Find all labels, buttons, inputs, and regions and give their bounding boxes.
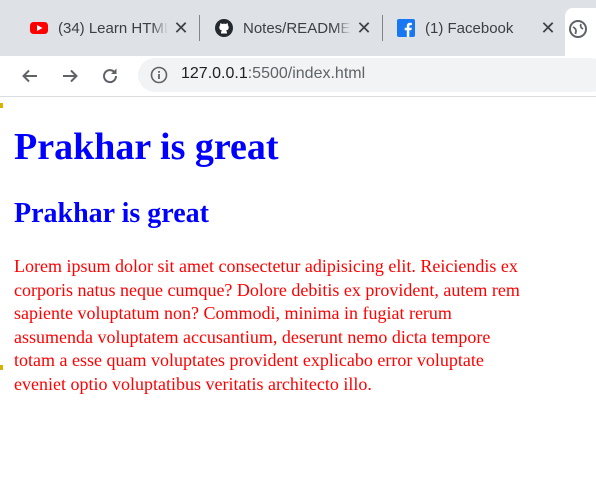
info-icon[interactable]: [150, 66, 168, 84]
tab-strip: (34) Learn HTML ✕ Notes/README ✕ (1) Fac…: [0, 0, 596, 56]
url-text[interactable]: 127.0.0.1:5500/index.html: [181, 65, 365, 83]
page-viewport: Prakhar is great Prakhar is great Lorem …: [0, 97, 596, 502]
close-tab-icon[interactable]: ✕: [539, 19, 557, 37]
close-tab-icon[interactable]: ✕: [172, 19, 190, 37]
tab-facebook[interactable]: (1) Facebook ✕: [397, 9, 557, 47]
back-arrow-icon: [22, 69, 37, 83]
close-tab-icon[interactable]: ✕: [355, 19, 373, 37]
back-button[interactable]: [16, 62, 44, 90]
tab-youtube[interactable]: (34) Learn HTML ✕: [30, 9, 190, 47]
url-host: 127.0.0.1: [181, 65, 248, 82]
browser-toolbar: 127.0.0.1:5500/index.html: [0, 56, 596, 97]
tab-github[interactable]: Notes/README ✕: [215, 9, 373, 47]
tab-separator: [199, 15, 200, 41]
edge-marker: [0, 103, 3, 108]
youtube-icon: [30, 19, 48, 37]
lorem-paragraph: Lorem ipsum dolor sit amet consectetur a…: [14, 256, 520, 394]
tab-separator: [382, 15, 383, 41]
address-bar[interactable]: 127.0.0.1:5500/index.html: [138, 58, 596, 92]
reload-icon: [103, 68, 118, 84]
page-heading-2: Prakhar is great: [14, 198, 209, 229]
forward-arrow-icon: [63, 69, 78, 83]
reload-button[interactable]: [96, 62, 124, 90]
forward-button[interactable]: [56, 62, 84, 90]
facebook-icon: [397, 19, 415, 37]
tab-active-localhost[interactable]: [565, 8, 596, 56]
url-path: :5500/index.html: [247, 65, 366, 82]
page-heading-1: Prakhar is great: [14, 126, 279, 168]
globe-icon: [569, 20, 587, 38]
github-icon: [215, 19, 233, 37]
edge-marker: [0, 365, 3, 370]
tab-title: (1) Facebook: [425, 19, 514, 37]
